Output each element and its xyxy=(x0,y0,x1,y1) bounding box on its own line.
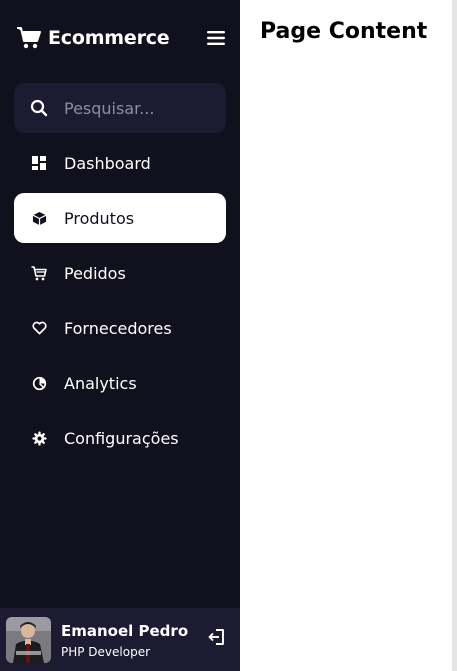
sidebar-item-label: Configurações xyxy=(64,428,179,448)
sidebar: Ecommerce Pesquisar... Dashboard Produto… xyxy=(0,0,240,671)
profile-section: Emanoel Pedro PHP Developer xyxy=(0,608,240,671)
profile-name: Emanoel Pedro xyxy=(61,622,189,640)
shopping-cart-icon xyxy=(16,26,42,50)
sidebar-item-label: Pedidos xyxy=(64,263,126,283)
search-box[interactable] xyxy=(14,83,226,133)
logout-button[interactable] xyxy=(207,627,227,647)
main-content: Page Content xyxy=(240,0,457,671)
search-icon xyxy=(14,83,64,133)
app-window: Ecommerce Pesquisar... Dashboard Produto… xyxy=(0,0,457,671)
grid-icon xyxy=(14,138,64,188)
cart-icon xyxy=(14,248,64,298)
heart-icon xyxy=(14,303,64,353)
sidebar-nav: Dashboard Produtos Pedidos Fornecedores … xyxy=(14,138,226,468)
sidebar-item-produtos[interactable]: Produtos xyxy=(14,193,226,243)
sidebar-item-configuracoes[interactable]: Configurações xyxy=(14,413,226,463)
profile-details: Emanoel Pedro PHP Developer xyxy=(61,622,188,661)
sidebar-item-pedidos[interactable]: Pedidos xyxy=(14,248,226,298)
logout-icon xyxy=(208,629,224,645)
hamburger-menu-icon xyxy=(207,31,225,45)
search-input[interactable] xyxy=(64,98,214,118)
avatar xyxy=(6,617,51,663)
brand[interactable]: Ecommerce xyxy=(16,22,170,54)
menu-toggle-button[interactable] xyxy=(205,28,227,48)
page-title: Page Content xyxy=(260,19,428,44)
sidebar-item-label: Produtos xyxy=(64,208,135,228)
sidebar-item-label: Fornecedores xyxy=(64,318,172,338)
brand-name: Ecommerce xyxy=(48,27,170,49)
sidebar-item-fornecedores[interactable]: Fornecedores xyxy=(14,303,226,353)
sidebar-item-label: Analytics xyxy=(64,373,137,393)
cog-icon xyxy=(14,413,64,463)
pie-chart-icon xyxy=(14,358,64,408)
box-icon xyxy=(14,193,64,243)
sidebar-item-label: Dashboard xyxy=(64,153,151,173)
sidebar-item-dashboard[interactable]: Dashboard xyxy=(14,138,226,188)
sidebar-item-analytics[interactable]: Analytics xyxy=(14,358,226,408)
profile-job: PHP Developer xyxy=(61,645,151,659)
